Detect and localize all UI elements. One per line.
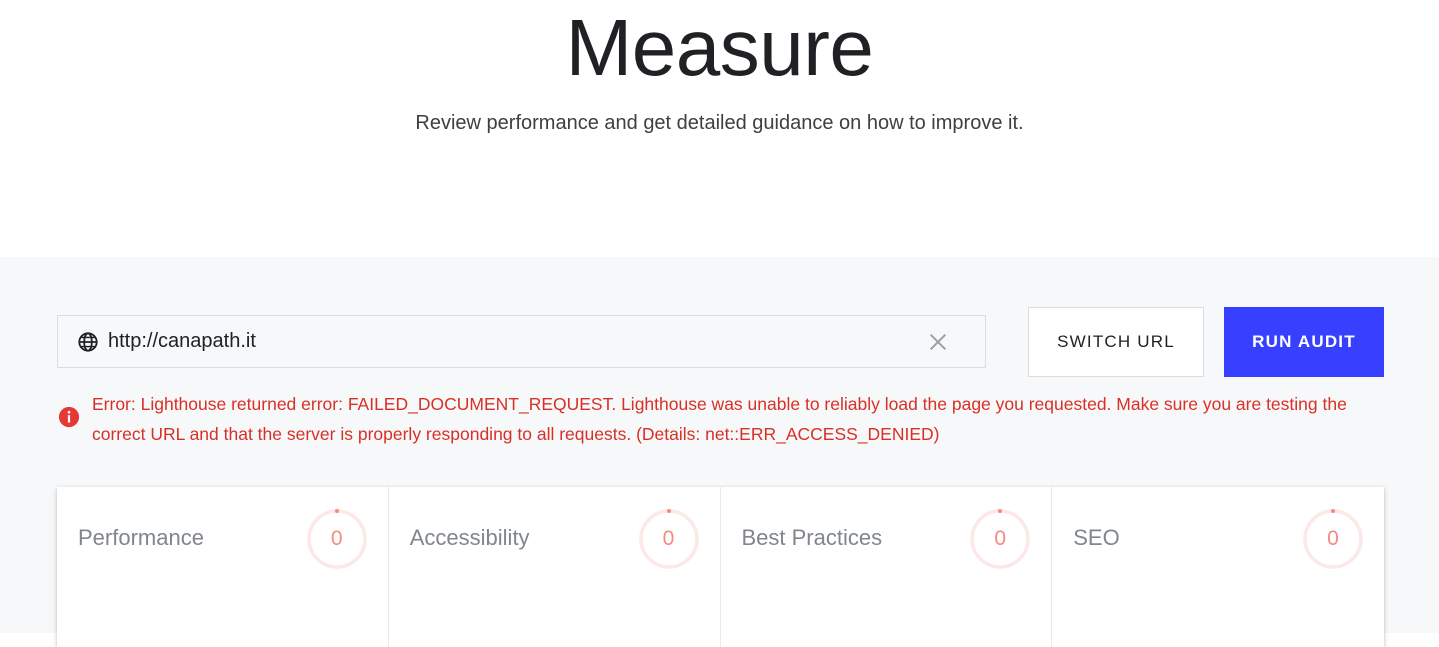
score-cards: Performance 0 Accessibility 0 Best Pract…: [57, 487, 1384, 647]
score-card-performance[interactable]: Performance 0: [57, 487, 389, 647]
score-value: 0: [1327, 527, 1339, 550]
score-value: 0: [330, 527, 343, 550]
error-text: Error: Lighthouse returned error: FAILED…: [92, 394, 1347, 444]
url-input[interactable]: [108, 316, 908, 367]
url-field[interactable]: [57, 315, 986, 368]
score-gauge: 0: [1302, 508, 1364, 570]
score-gauge: 0: [306, 508, 368, 570]
score-gauge: 0: [638, 508, 700, 570]
page-subtitle: Review performance and get detailed guid…: [415, 112, 1024, 134]
error-info-icon: [58, 406, 80, 428]
score-card-seo[interactable]: SEO 0: [1052, 487, 1384, 647]
score-card-best-practices[interactable]: Best Practices 0: [721, 487, 1053, 647]
score-card-label: Performance: [78, 525, 204, 550]
switch-url-button[interactable]: SWITCH URL: [1028, 307, 1204, 377]
score-value: 0: [662, 527, 675, 550]
score-card-label: Best Practices: [741, 525, 883, 550]
run-audit-button[interactable]: RUN AUDIT: [1224, 307, 1384, 377]
close-icon[interactable]: [927, 331, 949, 353]
audit-panel: SWITCH URL RUN AUDIT Error: Lighthouse r…: [0, 257, 1439, 647]
score-card-accessibility[interactable]: Accessibility 0: [389, 487, 721, 647]
globe-icon: [78, 332, 98, 352]
score-value: 0: [994, 527, 1007, 550]
page-title: Measure: [565, 3, 874, 92]
score-gauge: 0: [969, 508, 1031, 570]
score-card-label: SEO: [1073, 525, 1120, 550]
score-card-label: Accessibility: [409, 525, 530, 550]
hero-section: Measure Review performance and get detai…: [0, 0, 1439, 257]
